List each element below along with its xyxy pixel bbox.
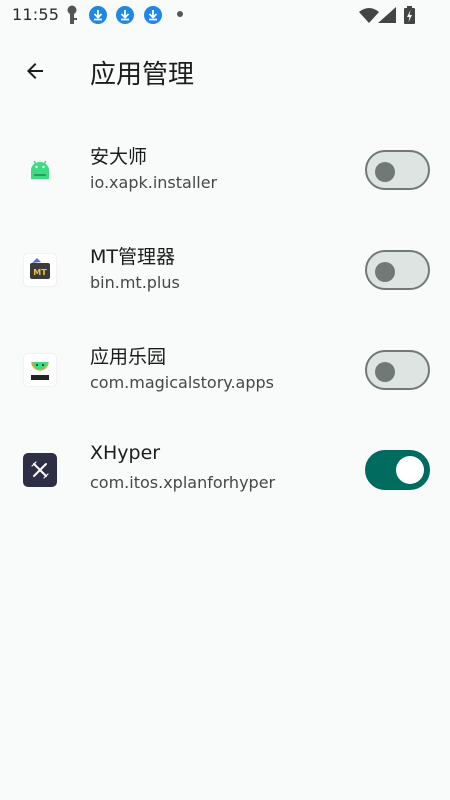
toggle-thumb — [396, 456, 424, 484]
list-item[interactable]: 安大师 io.xapk.installer — [0, 120, 450, 220]
key-icon — [67, 5, 77, 24]
list-item[interactable]: XHyper com.itos.xplanforhyper — [0, 420, 450, 520]
app-toggle-switch[interactable] — [365, 250, 430, 290]
toggle-thumb — [375, 162, 395, 182]
download-icon — [144, 6, 162, 24]
toggle-thumb — [375, 262, 395, 282]
app-name: XHyper — [90, 442, 161, 464]
back-button[interactable] — [14, 50, 56, 92]
android-robot-icon — [23, 153, 57, 187]
app-package: io.xapk.installer — [90, 173, 218, 192]
page-title: 应用管理 — [90, 60, 195, 90]
list-item[interactable]: MT MT管理器 bin.mt.plus — [0, 220, 450, 320]
mt-manager-icon: MT — [23, 253, 57, 287]
toggle-thumb — [375, 362, 395, 382]
download-icon — [116, 6, 134, 24]
battery-charging-icon — [404, 6, 415, 24]
status-bar: 11:55 — [0, 0, 450, 32]
signal-icon — [378, 7, 396, 23]
arrow-back-icon — [27, 63, 43, 79]
app-bar: 应用管理 — [0, 40, 450, 100]
app-toggle-switch[interactable] — [365, 450, 430, 490]
app-package: bin.mt.plus — [90, 273, 180, 292]
app-toggle-switch[interactable] — [365, 350, 430, 390]
svg-text:MT: MT — [33, 268, 47, 277]
app-name: 安大师 — [90, 146, 148, 168]
wifi-icon — [359, 8, 379, 23]
dot-icon — [177, 11, 183, 17]
app-name: 应用乐园 — [90, 346, 167, 368]
app-list: 安大师 io.xapk.installer MT MT管理器 bin.mt.pl… — [0, 120, 450, 520]
app-toggle-switch[interactable] — [365, 150, 430, 190]
app-package: com.itos.xplanforhyper — [90, 473, 276, 492]
android-robot-icon — [23, 353, 57, 387]
status-time: 11:55 — [12, 5, 60, 24]
xhyper-icon — [23, 453, 57, 487]
app-name: MT管理器 — [90, 246, 175, 268]
app-package: com.magicalstory.apps — [90, 373, 274, 392]
download-icon — [89, 6, 107, 24]
list-item[interactable]: 应用乐园 com.magicalstory.apps — [0, 320, 450, 420]
